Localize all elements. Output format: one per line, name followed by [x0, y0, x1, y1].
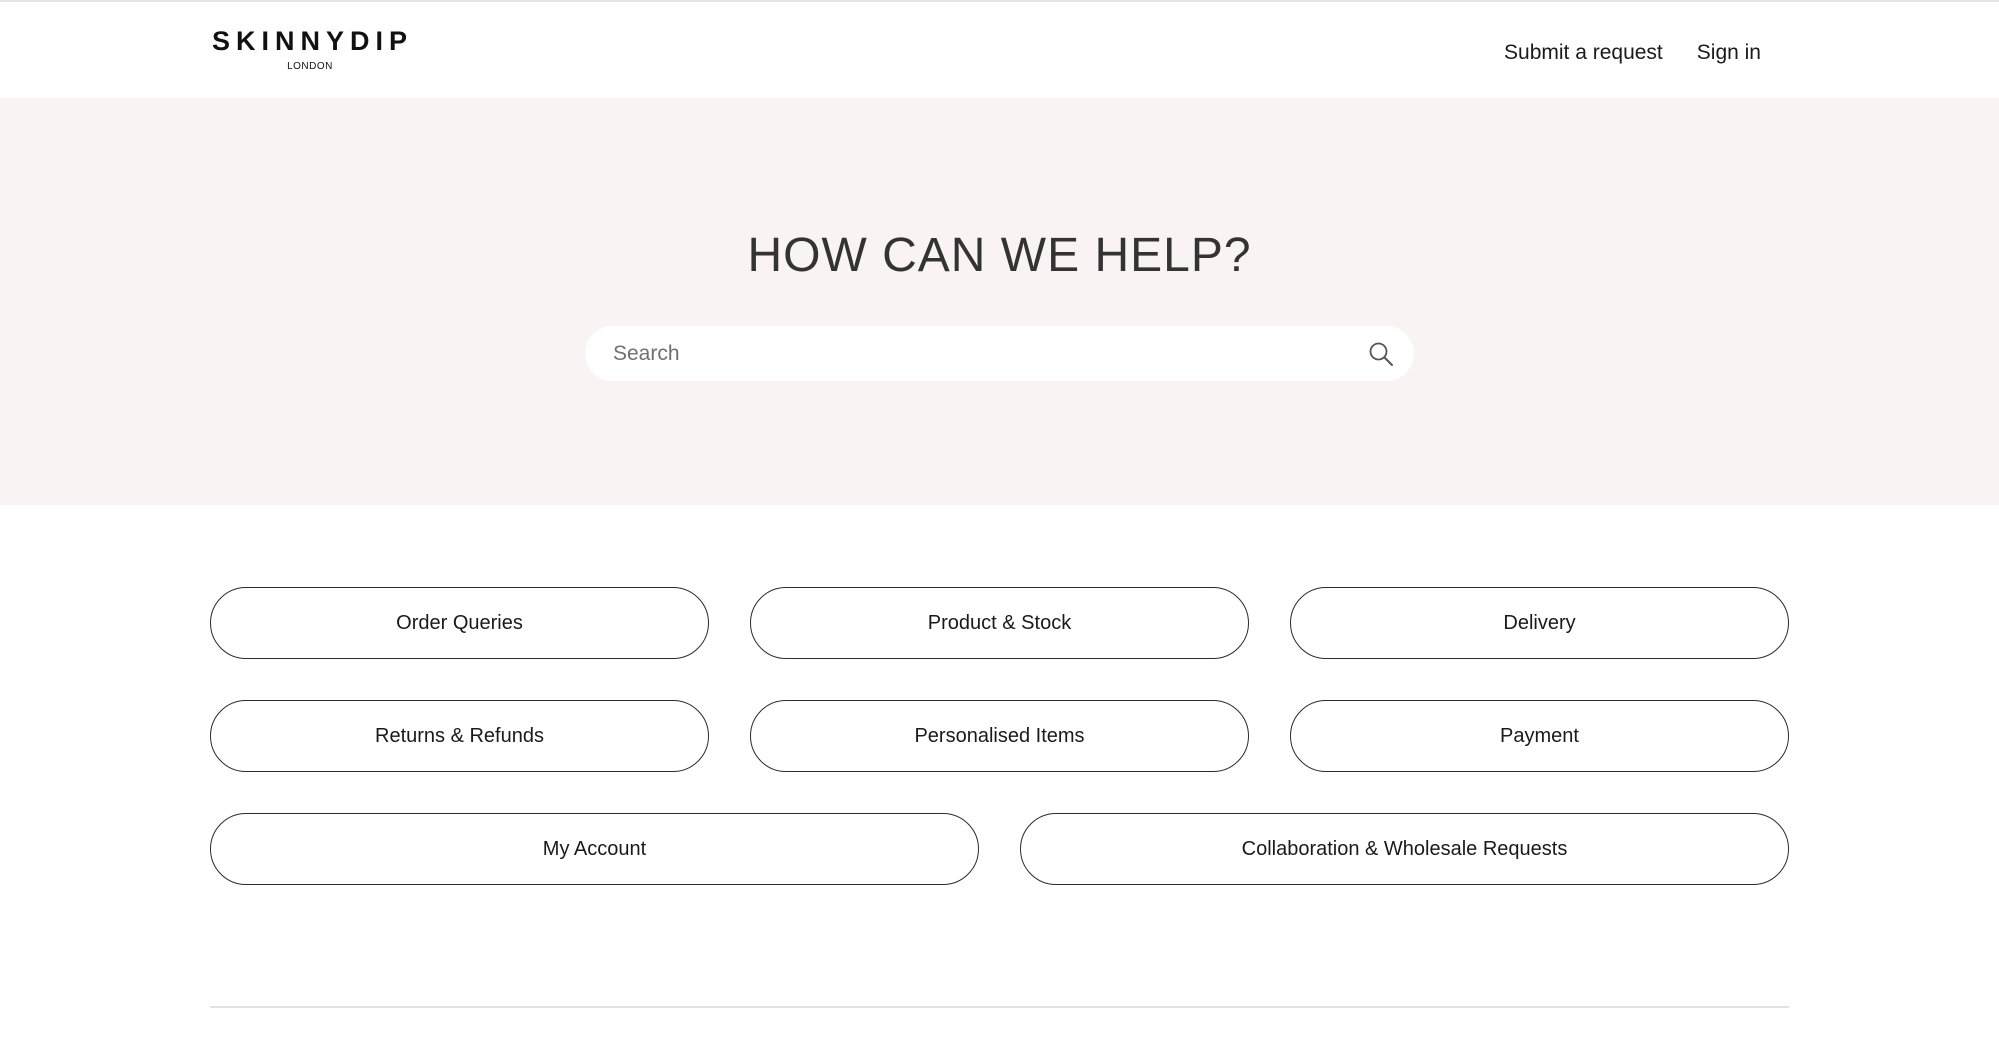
category-product-stock[interactable]: Product & Stock	[750, 587, 1249, 659]
logo-wordmark: SKINNYDIP	[212, 26, 414, 56]
category-returns-refunds[interactable]: Returns & Refunds	[210, 700, 709, 772]
category-personalised-items[interactable]: Personalised Items	[750, 700, 1249, 772]
hero-section: HOW CAN WE HELP?	[0, 98, 1999, 505]
skinnydip-logo[interactable]: SKINNYDIP LONDON	[212, 26, 412, 76]
header-nav: Submit a request Sign in	[1504, 38, 1761, 68]
category-label: Order Queries	[396, 611, 523, 634]
category-label: Personalised Items	[914, 724, 1085, 747]
search-bar	[585, 326, 1414, 381]
submit-request-link[interactable]: Submit a request	[1504, 41, 1663, 65]
category-payment[interactable]: Payment	[1290, 700, 1789, 772]
logo-subtitle: LONDON	[287, 61, 333, 72]
site-header: SKINNYDIP LONDON Submit a request Sign i…	[0, 2, 1999, 98]
category-label: Delivery	[1503, 611, 1576, 634]
content-divider	[210, 1006, 1789, 1008]
search-icon[interactable]	[1368, 341, 1394, 367]
category-label: My Account	[542, 837, 647, 860]
category-label: Collaboration & Wholesale Requests	[1241, 837, 1568, 860]
category-label: Product & Stock	[927, 611, 1072, 634]
category-order-queries[interactable]: Order Queries	[210, 587, 709, 659]
sign-in-link[interactable]: Sign in	[1697, 41, 1761, 65]
category-label: Returns & Refunds	[375, 724, 544, 747]
category-delivery[interactable]: Delivery	[1290, 587, 1789, 659]
search-input[interactable]	[613, 326, 1333, 381]
category-my-account[interactable]: My Account	[210, 813, 979, 885]
page-title: HOW CAN WE HELP?	[747, 229, 1252, 282]
category-collaboration-wholesale[interactable]: Collaboration & Wholesale Requests	[1020, 813, 1789, 885]
category-label: Payment	[1500, 724, 1579, 747]
